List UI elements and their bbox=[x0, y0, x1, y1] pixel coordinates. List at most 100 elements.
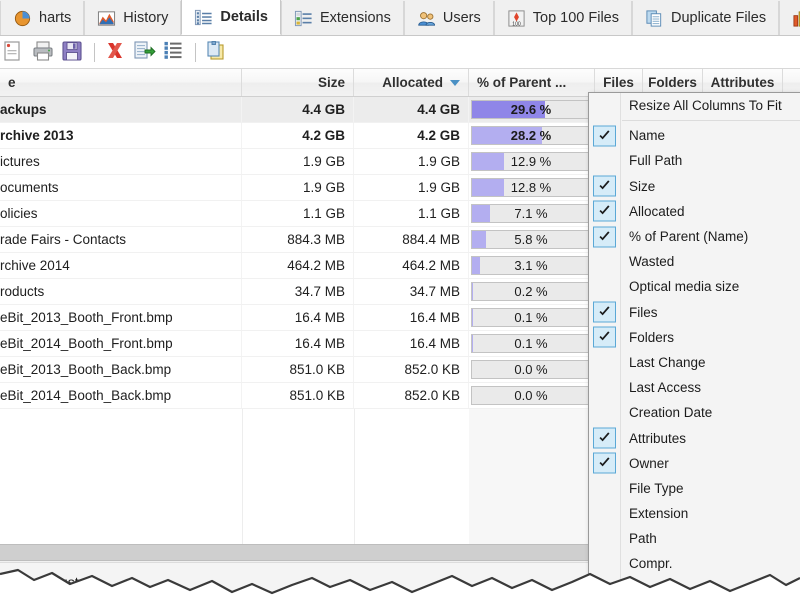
column-header-label: % of Parent ... bbox=[477, 75, 567, 90]
tab-duplicate-files[interactable]: Duplicate Files bbox=[632, 1, 780, 35]
percent-bar: 0.1 % bbox=[471, 307, 591, 327]
cell-allocated: 4.4 GB bbox=[354, 97, 469, 122]
checkbox-checked-icon[interactable] bbox=[593, 226, 616, 248]
column-header-name[interactable]: e bbox=[0, 69, 242, 96]
distribution-chart-icon bbox=[792, 9, 800, 28]
cell-name: eBit_2013_Booth_Front.bmp bbox=[0, 305, 242, 330]
percent-of-parent-cell: 0.1 % bbox=[469, 331, 595, 356]
cell-allocated: 4.2 GB bbox=[354, 123, 469, 148]
percent-bar-label: 0.1 % bbox=[514, 309, 548, 325]
percent-bar-label: 12.8 % bbox=[510, 179, 552, 195]
move-copy-button[interactable] bbox=[132, 39, 158, 65]
cell-name: rchive 2013 bbox=[0, 123, 242, 148]
menu-item-folders[interactable]: Folders bbox=[589, 325, 800, 350]
tab-top-100-files[interactable]: 100 Top 100 Files bbox=[493, 1, 632, 35]
cell-size: 16.4 MB bbox=[242, 305, 354, 330]
percent-bar: 28.2 % bbox=[471, 125, 591, 145]
checkbox-checked-icon[interactable] bbox=[593, 326, 616, 348]
tab-distribu[interactable]: Distribu bbox=[779, 1, 800, 35]
checkbox-checked-icon[interactable] bbox=[593, 200, 616, 222]
tab-harts[interactable]: harts bbox=[0, 1, 85, 35]
save-button[interactable] bbox=[60, 39, 86, 65]
menu-item-name[interactable]: Name bbox=[589, 123, 800, 148]
details-list-icon bbox=[194, 8, 213, 27]
cell-allocated: 1.9 GB bbox=[354, 149, 469, 174]
empty-area-column-divider bbox=[354, 409, 355, 544]
percent-bar: 0.0 % bbox=[471, 385, 591, 405]
menu-item-label: File Type bbox=[629, 480, 684, 496]
print-button[interactable] bbox=[31, 39, 57, 65]
column-header-label: Allocated bbox=[382, 75, 443, 90]
menu-item-label: Path bbox=[629, 531, 657, 547]
empty-area-column-shade bbox=[469, 409, 595, 544]
menu-item-path[interactable]: Path bbox=[589, 526, 800, 551]
menu-item-creation-date[interactable]: Creation Date bbox=[589, 400, 800, 425]
menu-item-files[interactable]: Files bbox=[589, 300, 800, 325]
tab-extensions[interactable]: Extensions bbox=[280, 1, 404, 35]
column-chooser-context-menu: Resize All Columns To Fit Name Full Path Si… bbox=[588, 92, 800, 600]
percent-of-parent-cell: 0.2 % bbox=[469, 279, 595, 304]
checkbox-checked-icon[interactable] bbox=[593, 175, 616, 197]
menu-item-of-parent-name[interactable]: % of Parent (Name) bbox=[589, 224, 800, 249]
menu-item-label: Last Access bbox=[629, 380, 702, 396]
menu-item-compr[interactable]: Compr. bbox=[589, 551, 800, 576]
percent-of-parent-cell: 3.1 % bbox=[469, 253, 595, 278]
percent-bar: 0.2 % bbox=[471, 281, 591, 301]
column-header-percent[interactable]: % of Parent ... bbox=[469, 69, 595, 96]
cell-size: 1.1 GB bbox=[242, 201, 354, 226]
menu-item-size[interactable]: Size bbox=[589, 174, 800, 199]
cell-allocated: 16.4 MB bbox=[354, 305, 469, 330]
menu-item-label: Size bbox=[629, 178, 656, 194]
cell-size: 4.2 GB bbox=[242, 123, 354, 148]
toolbar bbox=[0, 36, 800, 68]
cell-allocated: 1.1 GB bbox=[354, 201, 469, 226]
percent-of-parent-cell: 29.6 % bbox=[469, 97, 595, 122]
copy-button[interactable] bbox=[204, 39, 230, 65]
percent-bar-label: 29.6 % bbox=[510, 101, 552, 117]
tab-users[interactable]: Users bbox=[403, 1, 494, 35]
column-header-label: Files bbox=[603, 75, 634, 90]
menu-item-label: Name bbox=[629, 128, 666, 144]
column-header-allocated[interactable]: Allocated bbox=[354, 69, 469, 96]
tab-label: Details bbox=[220, 9, 268, 25]
menu-item-extension[interactable]: Extension bbox=[589, 501, 800, 526]
cell-allocated: 852.0 KB bbox=[354, 357, 469, 382]
duplicate-files-icon bbox=[645, 9, 664, 28]
checkbox-checked-icon[interactable] bbox=[593, 301, 616, 323]
list-view-button[interactable] bbox=[161, 39, 187, 65]
menu-item-resize-all-columns[interactable]: Resize All Columns To Fit bbox=[589, 93, 800, 118]
percent-of-parent-cell: 28.2 % bbox=[469, 123, 595, 148]
menu-item-label: Attributes bbox=[629, 430, 687, 446]
tab-details[interactable]: Details bbox=[181, 0, 281, 35]
menu-item-label: Allocated bbox=[629, 203, 685, 219]
tab-label: Duplicate Files bbox=[671, 10, 767, 26]
cell-size: 34.7 MB bbox=[242, 279, 354, 304]
menu-item-optical-media-size[interactable]: Optical media size bbox=[589, 274, 800, 299]
status-bytes-per-cluster: tes per Cluster bbox=[0, 573, 92, 590]
menu-item-label: % of Parent (Name) bbox=[629, 229, 749, 245]
column-header-label: Size bbox=[317, 75, 345, 90]
menu-item-full-path[interactable]: Full Path bbox=[589, 148, 800, 173]
menu-item-owner[interactable]: Owner bbox=[589, 451, 800, 476]
menu-item-attributes[interactable]: Attributes bbox=[589, 425, 800, 450]
checkbox-checked-icon[interactable] bbox=[593, 452, 616, 474]
menu-item-last-change[interactable]: Last Change bbox=[589, 350, 800, 375]
menu-item-file-type[interactable]: File Type bbox=[589, 476, 800, 501]
tab-label: harts bbox=[39, 10, 72, 26]
column-header-size[interactable]: Size bbox=[242, 69, 354, 96]
percent-of-parent-cell: 7.1 % bbox=[469, 201, 595, 226]
menu-item-last-access[interactable]: Last Access bbox=[589, 375, 800, 400]
tab-label: History bbox=[123, 10, 169, 26]
menu-item-allocated[interactable]: Allocated bbox=[589, 199, 800, 224]
export-button[interactable] bbox=[2, 39, 28, 65]
cell-size: 4.4 GB bbox=[242, 97, 354, 122]
tab-history[interactable]: History bbox=[84, 1, 182, 35]
menu-item-wasted[interactable]: Wasted bbox=[589, 249, 800, 274]
toolbar-separator bbox=[94, 42, 95, 62]
cell-size: 884.3 MB bbox=[242, 227, 354, 252]
percent-of-parent-cell: 0.0 % bbox=[469, 383, 595, 408]
checkbox-checked-icon[interactable] bbox=[593, 427, 616, 449]
cell-name: olicies bbox=[0, 201, 242, 226]
checkbox-checked-icon[interactable] bbox=[593, 125, 616, 147]
delete-button[interactable] bbox=[103, 39, 129, 65]
